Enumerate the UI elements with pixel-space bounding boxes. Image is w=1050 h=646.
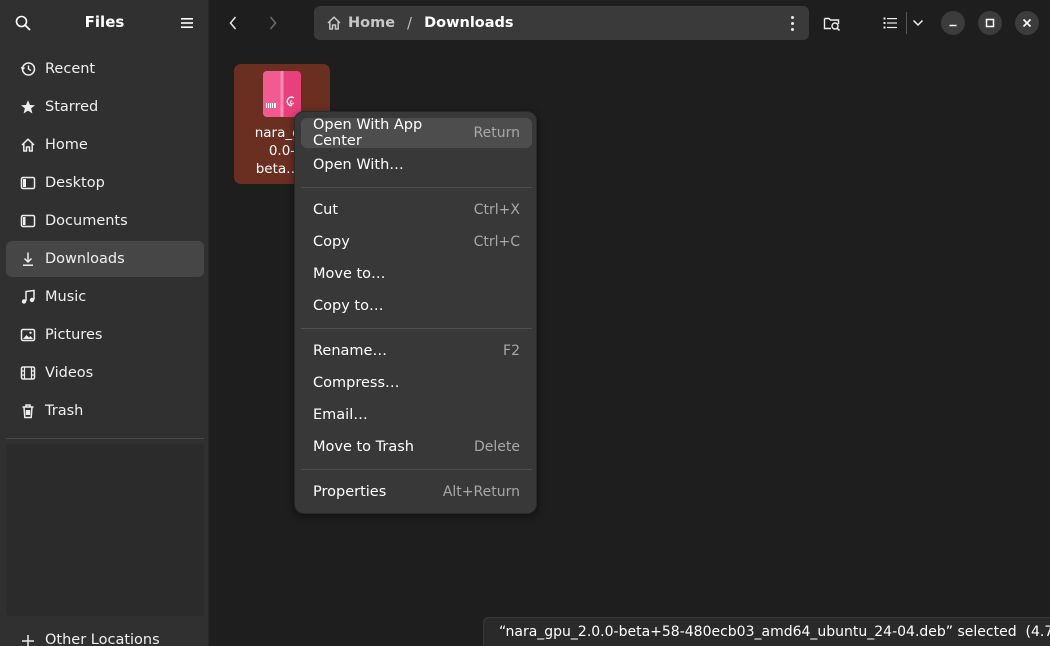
menu-item-label: Open With App Center <box>313 117 423 149</box>
sidebar-item-starred[interactable]: Starred <box>6 89 204 125</box>
menu-item-shortcut: F2 <box>503 343 520 359</box>
star-icon <box>19 98 37 116</box>
menu-item-email[interactable]: Email… <box>301 400 532 430</box>
menu-item-shortcut: Alt+Return <box>442 484 520 500</box>
search-location-button[interactable] <box>820 11 844 35</box>
menu-item-move-to-trash[interactable]: Move to Trash Delete <box>301 432 532 462</box>
sidebar-item-videos[interactable]: Videos <box>6 355 204 391</box>
list-view-icon <box>883 17 897 29</box>
menu-item-move-to[interactable]: Move to… <box>301 259 532 289</box>
menu-item-copy-to[interactable]: Copy to… <box>301 291 532 321</box>
package-icon <box>263 71 301 117</box>
sidebar-item-label: Trash <box>45 403 84 419</box>
downloads-icon <box>19 250 37 268</box>
path-bar: Home / Downloads <box>314 6 809 40</box>
menu-item-shortcut: Delete <box>474 439 520 455</box>
music-icon <box>19 288 37 306</box>
menu-item-open-with-app-center[interactable]: Open With App Center Return <box>301 117 532 149</box>
chevron-right-icon <box>269 16 277 30</box>
places-list: Recent Starred Home Desktop Documents Do… <box>6 51 204 431</box>
menu-item-label: Copy to… <box>313 298 384 314</box>
minimize-button[interactable] <box>941 11 965 35</box>
sidebar-item-label: Downloads <box>45 251 125 267</box>
sidebar-item-documents[interactable]: Documents <box>6 203 204 239</box>
back-button[interactable] <box>221 11 245 35</box>
menu-item-shortcut: Ctrl+C <box>473 234 520 250</box>
sidebar-item-label: Desktop <box>45 175 105 191</box>
menu-item-label: Properties <box>313 484 387 500</box>
close-icon <box>1022 18 1032 28</box>
videos-icon <box>19 364 37 382</box>
close-button[interactable] <box>1015 11 1039 35</box>
sidebar: Files Recent Starred Home Desktop Docume… <box>0 0 209 646</box>
menu-item-shortcut: Ctrl+X <box>473 202 520 218</box>
menu-separator <box>301 328 532 329</box>
breadcrumb-home-label: Home <box>348 15 396 31</box>
view-options-button[interactable] <box>906 11 930 35</box>
sidebar-item-label: Documents <box>45 213 128 229</box>
home-icon <box>327 16 341 30</box>
sidebar-divider <box>6 438 204 439</box>
menu-item-label: Compress… <box>313 375 400 391</box>
view-toggle-button[interactable] <box>878 11 902 35</box>
search-folder-icon <box>823 17 841 31</box>
sidebar-item-recent[interactable]: Recent <box>6 51 204 87</box>
sidebar-item-label: Pictures <box>45 327 103 343</box>
menu-item-label: Move to… <box>313 266 386 282</box>
sidebar-item-label: Other Locations <box>45 632 160 646</box>
trash-icon <box>19 402 37 420</box>
pictures-icon <box>19 326 37 344</box>
menu-item-label: Rename… <box>313 343 387 359</box>
sidebar-item-pictures[interactable]: Pictures <box>6 317 204 353</box>
sidebar-item-label: Home <box>45 137 88 153</box>
selection-status: “nara_gpu_2.0.0-beta+58-480ecb03_amd64_u… <box>483 617 1050 646</box>
recent-icon <box>19 60 37 78</box>
menu-item-rename[interactable]: Rename… F2 <box>301 336 532 366</box>
sidebar-item-label: Starred <box>45 99 99 115</box>
menu-item-label: Email… <box>313 407 368 423</box>
header-bar: Home / Downloads <box>210 0 1050 46</box>
menu-separator <box>301 469 532 470</box>
menu-item-properties[interactable]: Properties Alt+Return <box>301 477 532 507</box>
menu-separator <box>301 187 532 188</box>
menu-item-shortcut: Return <box>473 125 520 141</box>
sidebar-item-label: Recent <box>45 61 96 77</box>
status-text: “nara_gpu_2.0.0-beta+58-480ecb03_amd64_u… <box>499 624 1050 640</box>
menu-item-compress[interactable]: Compress… <box>301 368 532 398</box>
sidebar-item-music[interactable]: Music <box>6 279 204 315</box>
maximize-button[interactable] <box>978 11 1002 35</box>
menu-item-label: Cut <box>313 202 338 218</box>
menu-item-copy[interactable]: Copy Ctrl+C <box>301 227 532 257</box>
sidebar-bookmarks-area <box>6 444 204 616</box>
forward-button[interactable] <box>261 11 285 35</box>
home-icon <box>19 136 37 154</box>
breadcrumb-separator: / <box>407 14 413 32</box>
sidebar-item-downloads[interactable]: Downloads <box>6 241 204 277</box>
chevron-left-icon <box>229 16 237 30</box>
menu-item-open-with[interactable]: Open With… <box>301 150 532 180</box>
documents-icon <box>19 212 37 230</box>
sidebar-item-desktop[interactable]: Desktop <box>6 165 204 201</box>
breadcrumb-current[interactable]: Downloads <box>424 15 513 31</box>
maximize-icon <box>985 18 995 28</box>
sidebar-item-home[interactable]: Home <box>6 127 204 163</box>
sidebar-item-label: Music <box>45 289 87 305</box>
breadcrumb-home[interactable]: Home <box>326 15 395 31</box>
minimize-icon <box>949 24 957 27</box>
menu-item-label: Move to Trash <box>313 439 414 455</box>
path-menu-button[interactable] <box>785 13 799 33</box>
chevron-down-icon <box>912 19 924 27</box>
sidebar-item-trash[interactable]: Trash <box>6 393 204 429</box>
sidebar-item-label: Videos <box>45 365 94 381</box>
menu-item-cut[interactable]: Cut Ctrl+X <box>301 195 532 225</box>
hamburger-icon <box>181 18 193 28</box>
menu-item-label: Open With… <box>313 157 404 173</box>
sidebar-item-other-locations[interactable]: Other Locations <box>6 622 204 646</box>
sidebar-header: Files <box>0 0 209 46</box>
context-menu: Open With App Center Return Open With… C… <box>294 111 537 514</box>
plus-icon <box>19 632 37 646</box>
desktop-icon <box>19 174 37 192</box>
main-menu-button[interactable] <box>175 11 199 35</box>
menu-item-label: Copy <box>313 234 350 250</box>
